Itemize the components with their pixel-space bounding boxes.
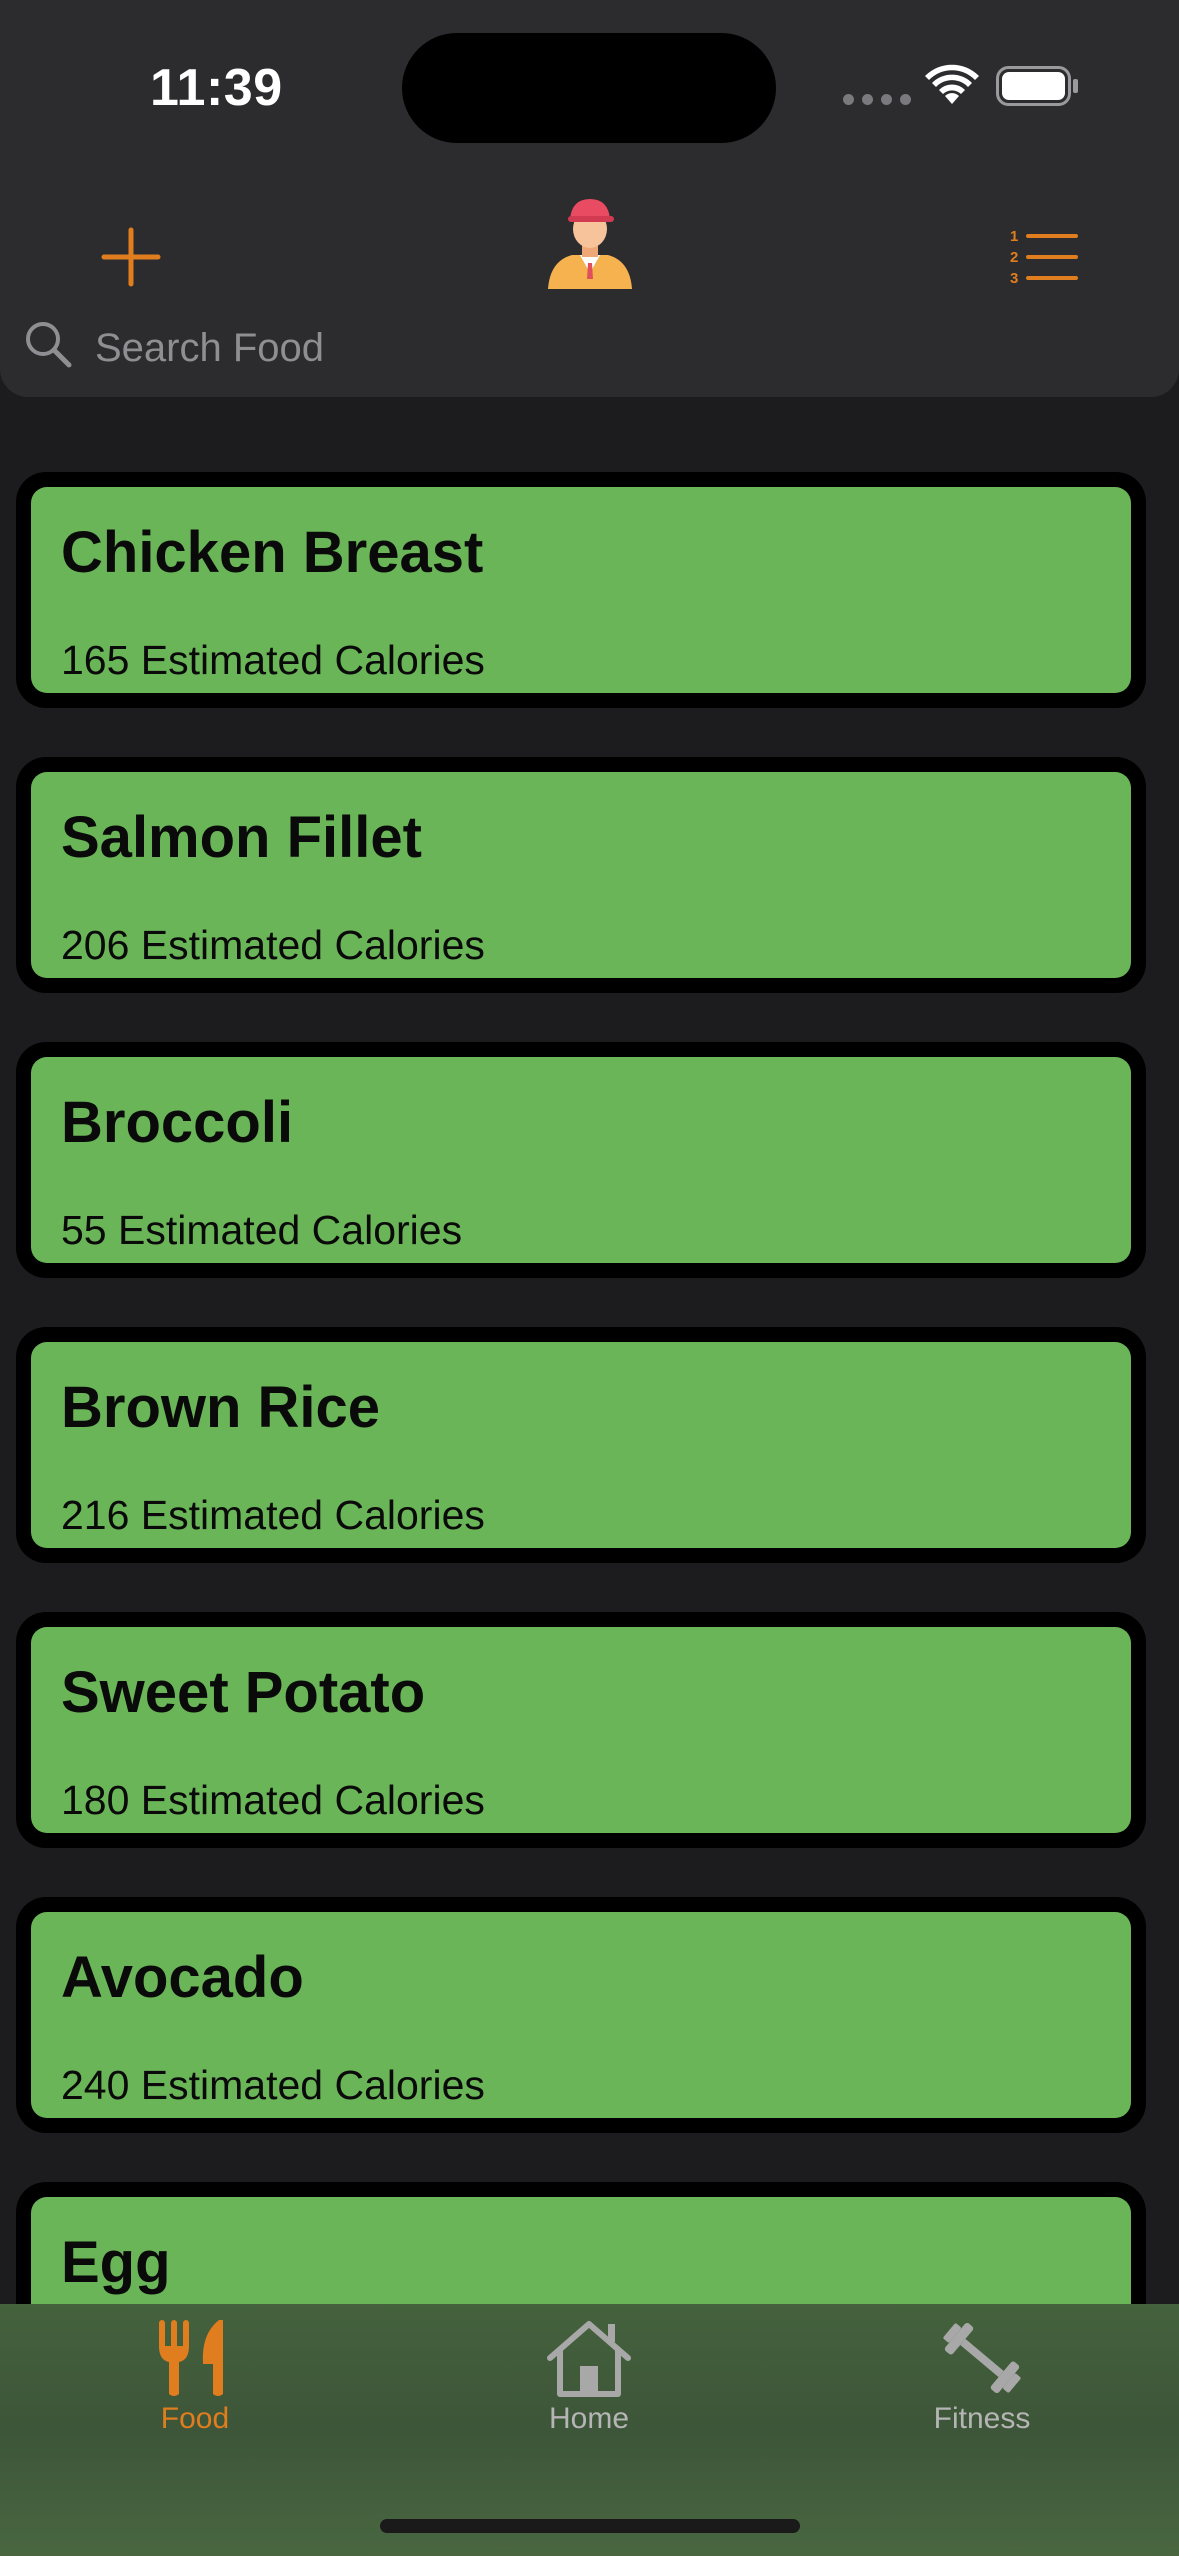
food-card-salmon-fillet[interactable]: Salmon Fillet 206 Estimated Calories xyxy=(16,757,1146,993)
tab-home-label: Home xyxy=(548,2402,630,2435)
search-icon xyxy=(26,322,72,368)
food-name: Sweet Potato xyxy=(61,1660,426,1725)
food-calories: 206 Estimated Calories xyxy=(61,922,485,968)
food-card-sweet-potato[interactable]: Sweet Potato 180 Estimated Calories xyxy=(16,1612,1146,1848)
tab-home[interactable]: Home xyxy=(439,2304,739,2464)
tab-food[interactable]: Food xyxy=(45,2304,345,2464)
food-card-body: Brown Rice 216 Estimated Calories xyxy=(31,1342,1131,1548)
food-name: Salmon Fillet xyxy=(61,805,422,870)
food-name: Egg xyxy=(61,2230,171,2295)
food-calories: 240 Estimated Calories xyxy=(61,2062,485,2108)
food-name: Broccoli xyxy=(61,1090,294,1155)
food-calories: 165 Estimated Calories xyxy=(61,637,485,683)
profile-avatar-button[interactable] xyxy=(542,193,638,289)
food-card-body: Chicken Breast 165 Estimated Calories xyxy=(31,487,1131,693)
search-input[interactable] xyxy=(95,318,1095,378)
food-card-chicken-breast[interactable]: Chicken Breast 165 Estimated Calories xyxy=(16,472,1146,708)
food-calories: 216 Estimated Calories xyxy=(61,1492,485,1538)
tab-fitness[interactable]: Fitness xyxy=(832,2304,1132,2464)
fork-knife-icon xyxy=(159,2320,223,2396)
svg-text:1: 1 xyxy=(1010,228,1018,245)
svg-text:2: 2 xyxy=(1010,249,1018,266)
home-indicator[interactable] xyxy=(380,2519,800,2533)
numbered-list-icon[interactable]: 1 2 3 xyxy=(1010,226,1078,286)
food-card-body: Egg xyxy=(31,2197,1131,2304)
food-card-avocado[interactable]: Avocado 240 Estimated Calories xyxy=(16,1897,1146,2133)
food-list: Chicken Breast 165 Estimated Calories Sa… xyxy=(0,472,1179,2304)
house-icon xyxy=(547,2321,631,2397)
food-card-brown-rice[interactable]: Brown Rice 216 Estimated Calories xyxy=(16,1327,1146,1563)
tab-fitness-label: Fitness xyxy=(933,2402,1031,2435)
battery-icon xyxy=(996,66,1078,106)
tab-food-label: Food xyxy=(160,2402,230,2435)
food-calories: 55 Estimated Calories xyxy=(61,1207,463,1253)
food-card-egg[interactable]: Egg xyxy=(16,2182,1146,2304)
food-calories: 180 Estimated Calories xyxy=(61,1777,485,1823)
food-name: Avocado xyxy=(61,1945,304,2010)
svg-text:3: 3 xyxy=(1010,270,1018,286)
wifi-icon xyxy=(925,64,979,104)
food-card-body: Broccoli 55 Estimated Calories xyxy=(31,1057,1131,1263)
status-time: 11:39 xyxy=(150,59,283,117)
food-card-broccoli[interactable]: Broccoli 55 Estimated Calories xyxy=(16,1042,1146,1278)
dynamic-island xyxy=(402,33,776,143)
top-header: 11:39 1 2 3 xyxy=(0,0,1179,307)
food-card-body: Sweet Potato 180 Estimated Calories xyxy=(31,1627,1131,1833)
food-card-body: Avocado 240 Estimated Calories xyxy=(31,1912,1131,2118)
dumbbell-icon xyxy=(943,2322,1021,2394)
food-card-body: Salmon Fillet 206 Estimated Calories xyxy=(31,772,1131,978)
cellular-signal-icon xyxy=(843,94,911,105)
add-food-button[interactable] xyxy=(100,226,162,288)
food-name: Brown Rice xyxy=(61,1375,381,1440)
food-name: Chicken Breast xyxy=(61,520,484,585)
